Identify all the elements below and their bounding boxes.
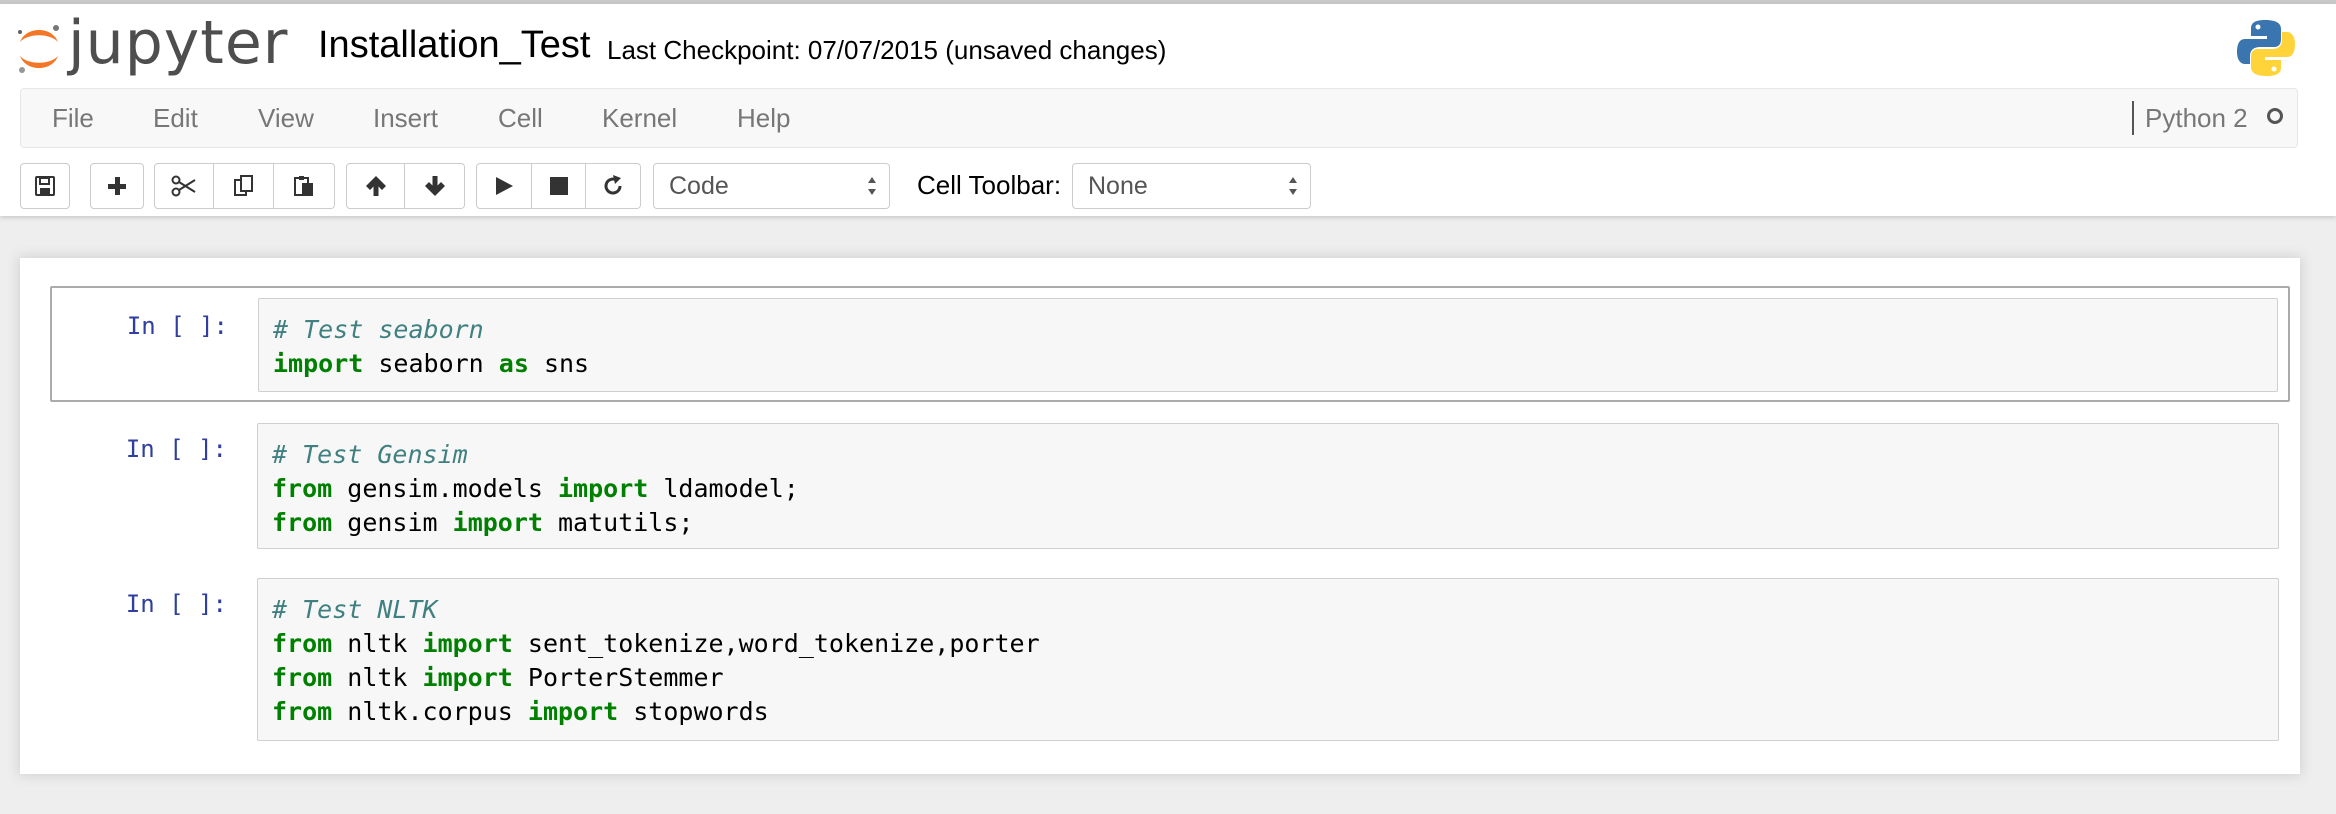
code-line: # Test NLTK	[272, 593, 2278, 627]
code-line: # Test seaborn	[273, 313, 2277, 347]
select-arrows-icon	[868, 177, 876, 195]
move-down-button[interactable]	[405, 163, 465, 209]
notebook-header: jupyter Installation_Test Last Checkpoin…	[0, 4, 2336, 216]
code-cell-nltk[interactable]: In [ ]: # Test NLTK from nltk import sent…	[50, 568, 2290, 741]
code-token-plain: sns	[528, 349, 590, 378]
code-token-plain: nltk.corpus	[332, 697, 528, 726]
code-token-keyword: import	[452, 508, 543, 537]
run-cell-button[interactable]	[476, 163, 532, 209]
arrow-up-icon	[365, 176, 386, 196]
code-token-comment: # Test NLTK	[272, 595, 438, 624]
copy-icon	[233, 175, 253, 196]
menu-file[interactable]: File	[52, 103, 94, 134]
stop-icon	[549, 177, 568, 195]
menu-insert[interactable]: Insert	[373, 103, 438, 134]
save-button[interactable]	[20, 163, 70, 209]
menu-cell[interactable]: Cell	[498, 103, 543, 134]
code-line: from nltk import PorterStemmer	[272, 661, 2278, 695]
restart-icon	[604, 175, 622, 195]
insert-cell-button[interactable]	[90, 163, 144, 209]
paste-icon	[294, 176, 313, 196]
input-prompt: In [ ]:	[125, 435, 227, 463]
code-token-plain: stopwords	[618, 697, 769, 726]
move-up-button[interactable]	[346, 163, 405, 209]
code-cell-seaborn[interactable]: In [ ]: # Test seaborn import seaborn as …	[50, 286, 2290, 402]
menu-help[interactable]: Help	[737, 103, 790, 134]
cell-type-value: Code	[669, 172, 729, 200]
code-token-keyword: import	[422, 629, 513, 658]
cell-toolbar-select[interactable]: None	[1072, 163, 1311, 209]
input-prompt: In [ ]:	[125, 590, 227, 618]
jupyter-logo-icon	[18, 25, 59, 73]
restart-kernel-button[interactable]	[586, 163, 641, 209]
code-token-plain: seaborn	[363, 349, 499, 378]
kernel-separator	[2132, 101, 2134, 135]
cut-icon	[171, 175, 196, 197]
kernel-name: Python 2	[2145, 103, 2248, 133]
cut-button[interactable]	[154, 163, 214, 209]
code-cell-gensim[interactable]: In [ ]: # Test Gensim from gensim.models …	[50, 413, 2290, 549]
code-line: from gensim.models import ldamodel;	[272, 472, 2278, 506]
python-logo-icon	[2237, 20, 2295, 76]
copy-button[interactable]	[214, 163, 274, 209]
code-token-keyword: from	[272, 629, 333, 658]
code-token-plain: ldamodel;	[648, 474, 799, 503]
code-line: from nltk.corpus import stopwords	[272, 695, 2278, 729]
code-editor[interactable]: # Test Gensim from gensim.models import l…	[257, 423, 2279, 549]
code-editor[interactable]: # Test NLTK from nltk import sent_tokeniz…	[257, 578, 2279, 741]
arrow-down-icon	[424, 176, 445, 196]
code-token-plain: PorterStemmer	[512, 663, 724, 692]
checkpoint-status: Last Checkpoint: 07/07/2015 (unsaved cha…	[607, 35, 1167, 65]
code-token-plain: gensim.models	[332, 474, 558, 503]
code-token-keyword: from	[272, 663, 333, 692]
cell-type-select[interactable]: Code	[653, 163, 890, 209]
code-token-comment: # Test seaborn	[273, 315, 484, 344]
code-line: import seaborn as sns	[273, 347, 2277, 381]
menu-kernel[interactable]: Kernel	[602, 103, 677, 134]
play-icon	[496, 177, 513, 195]
code-token-plain: gensim	[332, 508, 453, 537]
cell-toolbar-value: None	[1088, 172, 1148, 200]
save-icon	[35, 176, 55, 196]
code-token-plain: nltk	[332, 663, 423, 692]
paste-button[interactable]	[274, 163, 335, 209]
code-token-comment: # Test Gensim	[272, 440, 468, 469]
select-arrows-icon	[1289, 177, 1297, 195]
code-token-keyword: from	[272, 474, 333, 503]
kernel-idle-indicator	[2267, 108, 2283, 124]
code-token-keyword: import	[422, 663, 513, 692]
code-line: # Test Gensim	[272, 438, 2278, 472]
interrupt-kernel-button[interactable]	[532, 163, 586, 209]
code-token-keyword: import	[527, 697, 619, 726]
input-prompt: In [ ]:	[126, 312, 228, 340]
code-token-plain: matutils;	[542, 508, 694, 537]
notebook-title[interactable]: Installation_Test	[318, 24, 591, 67]
code-line: from nltk import sent_tokenize,word_toke…	[272, 627, 2278, 661]
code-token-keyword: import	[558, 474, 649, 503]
code-token-keyword: import	[273, 349, 364, 378]
code-token-keyword: from	[272, 697, 333, 726]
code-token-keyword: from	[272, 508, 333, 537]
cell-toolbar-label: Cell Toolbar:	[917, 170, 1062, 200]
code-editor[interactable]: # Test seaborn import seaborn as sns	[258, 298, 2278, 392]
plus-icon	[108, 177, 126, 195]
notebook-container: In [ ]: # Test seaborn import seaborn as …	[20, 258, 2300, 774]
menu-edit[interactable]: Edit	[153, 103, 198, 134]
logo-wordmark: jupyter	[68, 8, 289, 78]
code-line: from gensim import matutils;	[272, 506, 2278, 540]
code-token-keyword: as	[498, 349, 529, 378]
menu-view[interactable]: View	[258, 103, 314, 134]
code-token-plain: sent_tokenize,word_tokenize,porter	[512, 629, 1040, 658]
code-token-plain: nltk	[332, 629, 423, 658]
menu-bar: File Edit View Insert Cell Kernel Help P…	[20, 88, 2298, 148]
